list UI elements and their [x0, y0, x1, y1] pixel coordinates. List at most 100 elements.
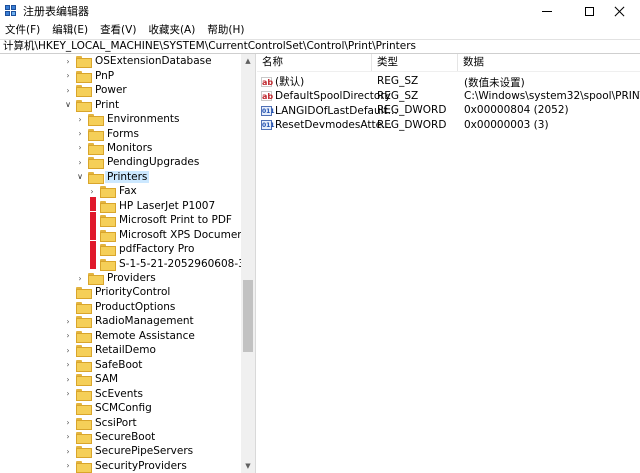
values-list: 名称 类型 数据 ab (默认) REG_SZ (数值未设置) ab DefaultSpo…	[257, 54, 640, 473]
tree-item[interactable]: ∨ Print	[64, 97, 119, 112]
scroll-down-icon[interactable]: ▼	[241, 459, 255, 473]
highlight-mark	[90, 226, 96, 240]
folder-icon	[76, 345, 92, 358]
folder-icon	[76, 374, 92, 387]
tree-item-label: pdfFactory Pro	[119, 243, 195, 256]
tree-item[interactable]: ›S-1-5-21-2052960608-3091730	[88, 256, 255, 271]
tree-scrollbar[interactable]: ▲ ▼	[241, 54, 255, 473]
tree-item[interactable]: › PnP	[64, 68, 114, 83]
key-tree: › OSExtensionDatabase › PnP › Power ∨ Print › Env…	[0, 54, 256, 473]
chevron-right-icon[interactable]: ›	[64, 416, 72, 430]
tree-item-label: SAM	[95, 373, 119, 386]
chevron-right-icon[interactable]: ›	[64, 372, 72, 386]
tree-item-label: Printers	[105, 170, 150, 183]
chevron-right-icon[interactable]: ›	[76, 271, 84, 285]
column-header-name[interactable]: 名称	[257, 54, 372, 71]
tree-item-label: PnP	[95, 69, 115, 82]
value-data: 0x00000003 (3)	[464, 118, 549, 131]
menu-file[interactable]: 文件(F)	[0, 22, 46, 39]
chevron-right-icon[interactable]: ›	[64, 459, 72, 473]
tree-item[interactable]: PriorityControl	[64, 285, 170, 300]
tree-item-label: Forms	[107, 127, 139, 140]
value-type: REG_DWORD	[377, 118, 447, 131]
chevron-right-icon[interactable]: ›	[64, 54, 72, 68]
chevron-right-icon[interactable]: ›	[64, 314, 72, 328]
tree-item[interactable]: › Power	[64, 83, 127, 98]
value-row[interactable]: 011 ResetDevmodesAtte...	[261, 118, 392, 133]
chevron-right-icon[interactable]: ›	[64, 430, 72, 444]
tree-item-label: Environments	[107, 113, 180, 126]
folder-icon	[76, 330, 92, 343]
highlight-mark	[90, 255, 96, 269]
tree-item[interactable]: › ScsiPort	[64, 415, 137, 430]
chevron-right-icon[interactable]: ›	[64, 358, 72, 372]
menu-edit[interactable]: 编辑(E)	[46, 22, 94, 39]
folder-icon	[100, 244, 116, 257]
folder-icon	[76, 446, 92, 459]
tree-item[interactable]: ›pdfFactory Pro	[88, 242, 194, 257]
tree-item[interactable]: ›HP LaserJet P1007	[88, 199, 215, 214]
tree-item[interactable]: › OSExtensionDatabase	[64, 54, 212, 69]
value-row[interactable]: ab (默认)	[261, 74, 304, 89]
tree-item[interactable]: › SecurePipeServers	[64, 444, 193, 459]
chevron-right-icon[interactable]: ›	[64, 329, 72, 343]
tree-item-label: PriorityControl	[95, 286, 171, 299]
tree-item[interactable]: SCMConfig	[64, 401, 152, 416]
chevron-right-icon[interactable]: ›	[64, 387, 72, 401]
tree-item[interactable]: › SAM	[64, 372, 118, 387]
chevron-right-icon[interactable]: ›	[64, 69, 72, 83]
chevron-right-icon[interactable]: ›	[64, 444, 72, 458]
highlight-mark	[90, 212, 96, 226]
column-header-type[interactable]: 类型	[372, 54, 458, 71]
tree-item-label: ScEvents	[95, 387, 143, 400]
chevron-right-icon[interactable]: ›	[64, 83, 72, 97]
chevron-down-icon[interactable]: ∨	[64, 98, 72, 112]
tree-item[interactable]: ProductOptions	[64, 300, 175, 315]
tree-item-label: ScsiPort	[95, 416, 137, 429]
tree-item[interactable]: ∨ Printers	[76, 170, 150, 185]
menu-favorites[interactable]: 收藏夹(A)	[142, 22, 201, 39]
value-data: 0x00000804 (2052)	[464, 104, 569, 117]
tree-item[interactable]: › SafeBoot	[64, 357, 142, 372]
tree-item[interactable]: › ScEvents	[64, 386, 143, 401]
tree-item[interactable]: › Remote Assistance	[64, 329, 195, 344]
string-value-icon: ab	[261, 91, 274, 102]
tree-item[interactable]: › Monitors	[76, 141, 152, 156]
folder-icon	[76, 85, 92, 98]
chevron-down-icon[interactable]: ∨	[76, 170, 84, 184]
tree-item[interactable]: › Providers	[76, 271, 156, 286]
chevron-right-icon[interactable]: ›	[76, 141, 84, 155]
address-bar[interactable]: 计算机\HKEY_LOCAL_MACHINE\SYSTEM\CurrentCon…	[0, 39, 640, 54]
menu-view[interactable]: 查看(V)	[94, 22, 142, 39]
value-name: ResetDevmodesAtte...	[275, 119, 393, 132]
folder-icon	[88, 128, 104, 141]
chevron-right-icon[interactable]: ›	[76, 155, 84, 169]
tree-item[interactable]: › SecurityProviders	[64, 459, 187, 473]
tree-item[interactable]: › PendingUpgrades	[76, 155, 199, 170]
tree-item-label: ProductOptions	[95, 300, 176, 313]
tree-item-label: Print	[95, 98, 120, 111]
scroll-up-icon[interactable]: ▲	[241, 54, 255, 68]
close-button[interactable]	[598, 0, 640, 22]
tree-item[interactable]: ›Microsoft Print to PDF	[88, 213, 232, 228]
tree-item[interactable]: › SecureBoot	[64, 430, 155, 445]
folder-icon	[100, 229, 116, 242]
highlight-mark	[90, 197, 96, 211]
tree-item[interactable]: › Forms	[76, 126, 139, 141]
minimize-button[interactable]	[526, 0, 568, 22]
tree-item-label: Providers	[107, 272, 156, 284]
scroll-thumb[interactable]	[243, 280, 253, 352]
value-row[interactable]: ab DefaultSpoolDirectory	[261, 89, 391, 104]
tree-item[interactable]: › RetailDemo	[64, 343, 156, 358]
folder-icon	[76, 99, 92, 112]
menu-help[interactable]: 帮助(H)	[201, 22, 250, 39]
chevron-right-icon[interactable]: ›	[64, 343, 72, 357]
chevron-right-icon[interactable]: ›	[76, 112, 84, 126]
tree-item[interactable]: › RadioManagement	[64, 314, 194, 329]
tree-item[interactable]: ›Microsoft XPS Document Writer	[88, 227, 255, 242]
registry-editor-icon	[5, 5, 17, 17]
tree-item[interactable]: › Environments	[76, 112, 180, 127]
column-header-data[interactable]: 数据	[458, 54, 640, 71]
chevron-right-icon[interactable]: ›	[76, 127, 84, 141]
folder-icon	[76, 56, 92, 69]
